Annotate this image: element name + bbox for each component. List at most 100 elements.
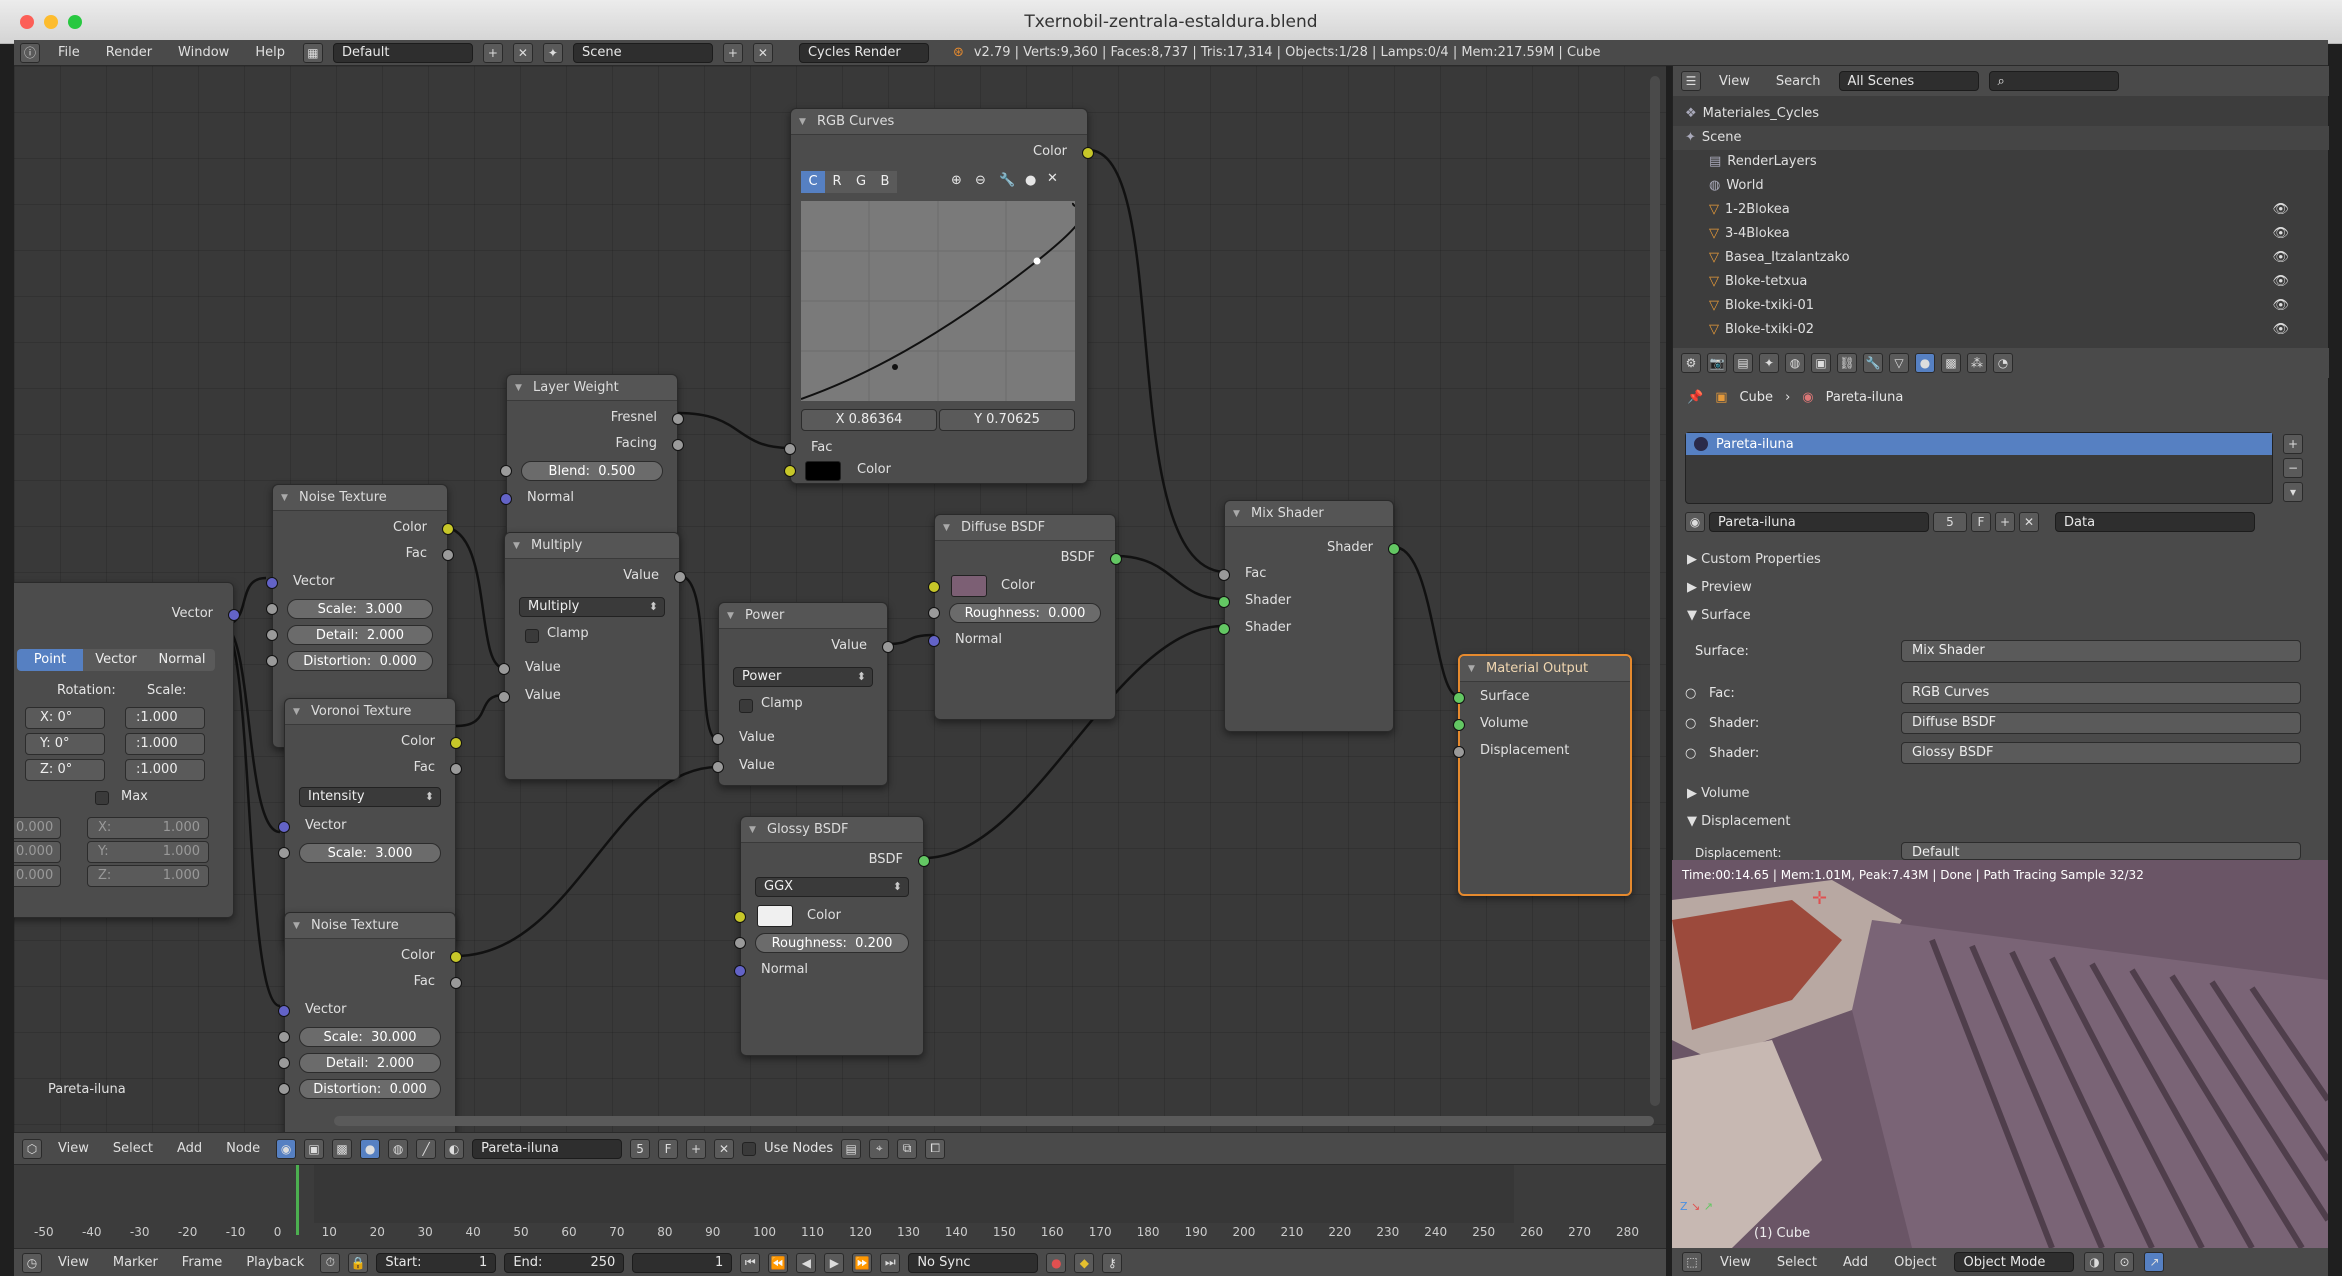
ne-unlink-material-icon[interactable]: ✕ [714,1138,735,1159]
material-name-field[interactable]: Pareta-iluna [1709,512,1929,532]
texture-tree-icon[interactable]: ▩ [332,1138,353,1159]
tl-menu-view[interactable]: View [50,1255,97,1270]
mapping-min-y[interactable]: 0.000 [14,841,61,863]
jump-start-icon[interactable]: ⏮ [740,1252,761,1273]
rgb-curves-fac-socket[interactable] [784,443,796,455]
timeline-type-icon[interactable]: ◷ [22,1252,42,1273]
multiply-input1-socket[interactable] [498,663,510,675]
outliner-item[interactable]: ✦ Scene [1673,126,2329,150]
next-key-icon[interactable]: ⏩ [852,1252,873,1273]
scene-tab-icon[interactable]: ✦ [1759,353,1779,373]
editor-type-icon[interactable]: ⬡ [22,1138,42,1159]
voronoi-color-socket[interactable] [450,737,462,749]
shading-icon[interactable]: ◑ [2084,1252,2105,1272]
copy-icon[interactable]: ⧉ [897,1138,918,1159]
voronoi-coloring-dropdown[interactable]: Intensity [299,787,441,807]
diffuse-roughness-slider[interactable]: Roughness: 0.000 [949,603,1101,623]
jump-end-icon[interactable]: ⏭ [880,1252,901,1273]
mapping-scale-y[interactable]: :1.000 [125,733,205,755]
layers-tab-icon[interactable]: ▤ [1733,353,1753,373]
data-tab-icon[interactable]: ▽ [1889,353,1909,373]
vp-menu-object[interactable]: Object [1886,1255,1944,1270]
mapping-rot-y[interactable]: Y: 0° [25,733,105,755]
voronoi-texture-node[interactable]: Voronoi Texture Color Fac Intensity Vect… [278,698,462,946]
sync-mode-dropdown[interactable]: No Sync [908,1252,1039,1273]
ne-menu-node[interactable]: Node [218,1141,268,1156]
visibility-eye-icon[interactable]: 👁 [2272,318,2289,342]
properties-editor[interactable]: ⚙ 📷 ▤ ✦ ◍ ▣ ⛓ 🔧 ▽ ● ▩ ⁂ ◔ 📌 ▣ Cube › ◉ P… [1672,348,2329,860]
outliner-item[interactable]: ▤ RenderLayers [1673,150,2329,174]
power-value-socket[interactable] [882,641,894,653]
displacement-field[interactable]: Default [1901,842,2301,860]
noise1-distortion-slider[interactable]: Distortion: 0.000 [287,651,433,671]
outliner-item[interactable]: ▽ Bloke-tetxua 👁 [1673,270,2329,294]
tl-menu-playback[interactable]: Playback [238,1255,312,1270]
unlink-material-icon[interactable]: ✕ [2019,512,2039,532]
world-shader-icon[interactable]: ◍ [388,1138,409,1159]
outliner-item[interactable]: ▽ 3-4Blokea 👁 [1673,222,2329,246]
vp-menu-select[interactable]: Select [1769,1255,1825,1270]
shader2-socket-icon[interactable]: ○ [1685,746,1696,761]
3d-cursor-icon[interactable]: ✛ [1812,888,1827,909]
material-output-node[interactable]: Material Output Surface Volume Displacem… [1453,654,1632,896]
power-operation-dropdown[interactable]: Power [733,667,873,687]
noise1-scale-slider[interactable]: Scale: 3.000 [287,599,433,619]
rgb-curves-color-swatch[interactable] [805,461,841,481]
mapping-rot-x[interactable]: X: 0° [25,707,105,729]
power-node[interactable]: Power Value Power Clamp Value Value [712,602,894,786]
particles-tab-icon[interactable]: ⁂ [1967,353,1987,373]
mapping-vector-output-socket[interactable] [228,609,240,621]
remove-scene-icon[interactable]: ✕ [752,42,773,63]
use-nodes-checkbox[interactable] [742,1141,757,1156]
remove-layout-icon[interactable]: ✕ [512,42,533,63]
curve-graph[interactable] [801,201,1075,401]
surface-shader-field[interactable]: Mix Shader [1901,640,2301,662]
glossy-color-swatch[interactable] [757,905,793,927]
layer-weight-normal-socket[interactable] [500,493,512,505]
compositing-tree-icon[interactable]: ▣ [304,1138,325,1159]
noise1-distortion-socket[interactable] [266,655,278,667]
channel-b[interactable]: B [873,171,897,193]
noise1-fac-socket[interactable] [442,549,454,561]
layer-weight-blend-socket[interactable] [500,465,512,477]
material-slot-item[interactable]: Pareta-iluna [1686,433,2272,455]
visibility-eye-icon[interactable]: 👁 [2272,270,2289,294]
diffuse-roughness-socket[interactable] [928,607,940,619]
visibility-eye-icon[interactable]: 👁 [2272,198,2289,222]
vp-menu-add[interactable]: Add [1835,1255,1876,1270]
paste-icon[interactable]: ⧠ [925,1138,946,1159]
diffuse-color-swatch[interactable] [951,575,987,597]
noise1-color-socket[interactable] [442,523,454,535]
glossy-bsdf-socket[interactable] [918,855,930,867]
outliner-menu-view[interactable]: View [1711,74,1758,89]
object-mode-dropdown[interactable]: Object Mode [1954,1252,2075,1272]
rgb-curves-color-socket[interactable] [1082,147,1094,159]
keying-set-icon[interactable]: ◆ [1074,1252,1095,1273]
physics-tab-icon[interactable]: ◔ [1993,353,2013,373]
layer-weight-fresnel-socket[interactable] [672,413,684,425]
menu-help[interactable]: Help [247,45,293,60]
mix-shader-out-socket[interactable] [1388,543,1400,555]
curve-y-field[interactable]: Y 0.70625 [939,409,1075,431]
node-editor[interactable]: Vector Point Vector Normal Rotation: Sca… [14,66,1666,1132]
keyframe-icon[interactable]: ⚷ [1102,1252,1123,1273]
scene-selector[interactable]: Scene [572,42,713,63]
ne-material-users[interactable]: 5 [630,1138,651,1159]
diffuse-bsdf-socket[interactable] [1110,553,1122,565]
curve-x-field[interactable]: X 0.86364 [801,409,937,431]
outliner-search-input[interactable]: ⌕ [1988,71,2119,91]
shader1-link-field[interactable]: Diffuse BSDF [1901,712,2301,734]
rgb-curves-node[interactable]: RGB Curves Color C R G B ⊕ ⊖ 🔧 ● ✕ X 0.8… [784,108,1094,484]
zoom-out-icon[interactable]: ⊖ [975,173,986,188]
visibility-eye-icon[interactable]: 👁 [2272,294,2289,318]
voronoi-fac-socket[interactable] [450,763,462,775]
multiply-clamp-checkbox[interactable] [525,629,539,643]
preview-range-icon[interactable]: ⏱ [320,1252,341,1273]
voronoi-vector-socket[interactable] [278,821,290,833]
tl-menu-frame[interactable]: Frame [174,1255,231,1270]
outliner-item[interactable]: ▽ Basea_Itzalantzako 👁 [1673,246,2329,270]
outliner-item[interactable]: ▽ Bloke-txiki-01 👁 [1673,294,2329,318]
noise2-distortion-socket[interactable] [278,1083,290,1095]
output-displacement-socket[interactable] [1453,746,1465,758]
zoom-in-icon[interactable]: ⊕ [951,173,962,188]
